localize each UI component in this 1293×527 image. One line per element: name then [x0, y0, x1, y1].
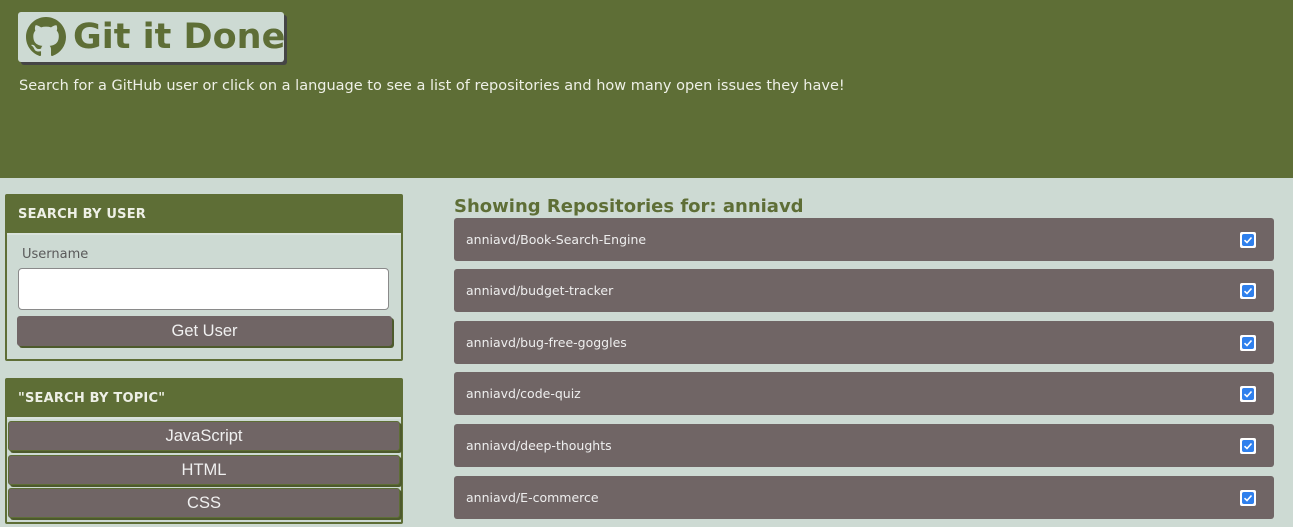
- topic-button-css[interactable]: CSS: [8, 488, 400, 518]
- repo-list-heading: Showing Repositories for: anniavd: [454, 196, 804, 217]
- repo-name: anniavd/deep-thoughts: [466, 438, 612, 453]
- topic-button-html[interactable]: HTML: [8, 455, 400, 485]
- checkbox-checked-icon: [1240, 437, 1256, 454]
- repo-name: anniavd/Book-Search-Engine: [466, 232, 647, 247]
- page-title: Git it Done!: [73, 16, 302, 57]
- topic-button-javascript[interactable]: JavaScript: [8, 421, 400, 451]
- search-by-user-heading: SEARCH BY USER: [7, 196, 401, 235]
- github-icon: [26, 17, 66, 57]
- repo-item[interactable]: anniavd/E-commerce: [454, 476, 1274, 519]
- page-header: Git it Done! Search for a GitHub user or…: [0, 0, 1293, 178]
- checkbox-checked-icon: [1240, 231, 1256, 248]
- username-input[interactable]: [18, 268, 389, 310]
- checkbox-checked-icon: [1240, 334, 1256, 351]
- checkbox-checked-icon: [1240, 282, 1256, 299]
- username-label: Username: [22, 247, 89, 262]
- repo-name: anniavd/budget-tracker: [466, 283, 614, 298]
- get-user-button[interactable]: Get User: [17, 316, 392, 346]
- search-by-topic-panel: "SEARCH BY TOPIC" JavaScript HTML CSS: [5, 378, 403, 524]
- logo: Git it Done!: [18, 12, 301, 62]
- repo-item[interactable]: anniavd/code-quiz: [454, 372, 1274, 415]
- repo-item[interactable]: anniavd/deep-thoughts: [454, 424, 1274, 467]
- repo-name: anniavd/code-quiz: [466, 386, 581, 401]
- repo-item[interactable]: anniavd/bug-free-goggles: [454, 321, 1274, 364]
- search-by-topic-heading: "SEARCH BY TOPIC": [7, 380, 401, 419]
- repo-item[interactable]: anniavd/budget-tracker: [454, 269, 1274, 312]
- search-by-user-panel: SEARCH BY USER Username Get User: [5, 194, 403, 361]
- checkbox-checked-icon: [1240, 385, 1256, 402]
- repo-item[interactable]: anniavd/Book-Search-Engine: [454, 218, 1274, 261]
- repo-name: anniavd/bug-free-goggles: [466, 335, 627, 350]
- page-subtitle: Search for a GitHub user or click on a l…: [19, 78, 845, 94]
- checkbox-checked-icon: [1240, 489, 1256, 506]
- repo-name: anniavd/E-commerce: [466, 490, 599, 505]
